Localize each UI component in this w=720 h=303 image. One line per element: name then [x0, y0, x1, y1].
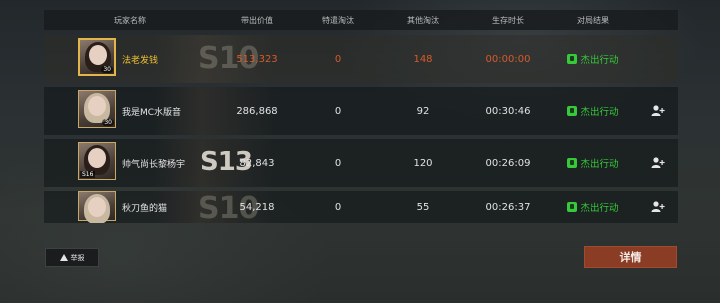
player-avatar[interactable]: 30: [78, 38, 116, 76]
survival-time: 00:30:46: [485, 105, 531, 117]
player-name: 秋刀鱼的猫: [122, 203, 168, 214]
survival-time: 00:26:09: [485, 157, 531, 169]
details-button[interactable]: 详情: [584, 246, 677, 268]
table-row[interactable]: S10 30 法老发钱 513,323 0 148 00:00:00 杰出行动: [44, 35, 678, 83]
add-friend-button[interactable]: [638, 201, 678, 213]
success-icon: [567, 158, 578, 168]
result-label: 杰出行动: [580, 203, 619, 214]
header-other-kills: 其他淘汰: [407, 15, 439, 25]
carried-value: 513,323: [236, 53, 278, 65]
success-icon: [567, 106, 578, 116]
table-row[interactable]: S13 S16 帅气尚长黎杨宇 82,843 0 120 00:26:09 杰出…: [44, 139, 678, 187]
match-result: 杰出行动: [548, 156, 638, 170]
carried-value: 82,843: [239, 157, 275, 169]
match-result: 杰出行动: [548, 52, 638, 66]
success-icon: [567, 202, 578, 212]
scoreboard-table: 玩家名称 带出价值 特遣淘汰 其他淘汰 生存时长 对局结果 S10 30 法老发…: [44, 10, 678, 223]
add-friend-icon: [651, 157, 665, 168]
report-label: 举报: [70, 253, 85, 262]
other-kills: 120: [413, 157, 433, 169]
add-friend-icon: [651, 105, 665, 116]
player-name: 我是MC水版音: [122, 107, 182, 118]
player-level: S16: [80, 171, 96, 178]
player-level: 30: [102, 119, 114, 126]
header-carried-value: 带出价值: [241, 15, 273, 25]
other-kills: 92: [416, 105, 430, 117]
table-header: 玩家名称 带出价值 特遣淘汰 其他淘汰 生存时长 对局结果: [44, 10, 678, 30]
result-label: 杰出行动: [580, 107, 619, 118]
player-avatar[interactable]: [78, 191, 116, 223]
carried-value: 286,868: [236, 105, 278, 117]
player-level: 30: [101, 66, 113, 73]
survival-time: 00:26:37: [485, 201, 531, 213]
header-special-kills: 特遣淘汰: [322, 15, 354, 25]
table-row[interactable]: S10 秋刀鱼的猫 54,218 0 55 00:26:37 杰出行动: [44, 191, 678, 223]
player-name: 帅气尚长黎杨宇: [122, 159, 186, 170]
warning-icon: [59, 254, 68, 261]
match-result: 杰出行动: [548, 104, 638, 118]
player-avatar[interactable]: 30: [78, 90, 116, 128]
result-label: 杰出行动: [580, 159, 619, 170]
carried-value: 54,218: [239, 201, 275, 213]
success-icon: [567, 54, 578, 64]
special-kills: 0: [334, 201, 342, 213]
add-friend-button[interactable]: [638, 105, 678, 117]
add-friend-button[interactable]: [638, 157, 678, 169]
report-button[interactable]: 举报: [45, 248, 99, 267]
player-name: 法老发钱: [122, 55, 159, 66]
special-kills: 0: [334, 157, 342, 169]
match-result: 杰出行动: [548, 200, 638, 214]
other-kills: 148: [413, 53, 433, 65]
special-kills: 0: [334, 53, 342, 65]
header-result: 对局结果: [577, 15, 609, 25]
other-kills: 55: [416, 201, 430, 213]
header-player-name: 玩家名称: [114, 15, 146, 25]
header-survival-time: 生存时长: [492, 15, 524, 25]
add-friend-icon: [651, 201, 665, 212]
result-label: 杰出行动: [580, 55, 619, 66]
table-row[interactable]: 30 我是MC水版音 286,868 0 92 00:30:46 杰出行动: [44, 87, 678, 135]
special-kills: 0: [334, 105, 342, 117]
player-avatar[interactable]: S16: [78, 142, 116, 180]
survival-time: 00:00:00: [485, 53, 531, 65]
